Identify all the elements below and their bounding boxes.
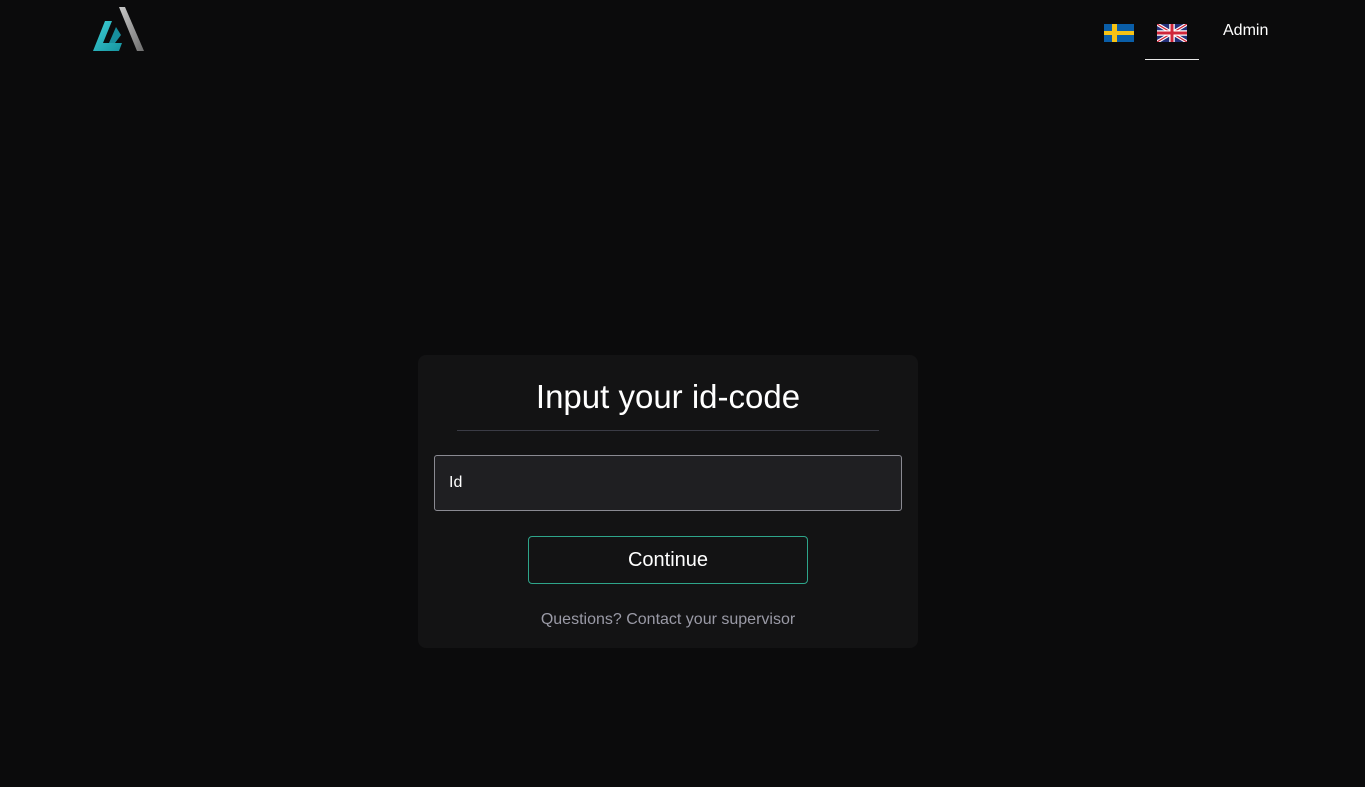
brand-logo-icon[interactable] (92, 7, 146, 53)
title-divider (457, 430, 879, 431)
language-swedish-button[interactable] (1104, 24, 1134, 42)
sweden-flag-icon (1104, 24, 1134, 42)
language-english-button[interactable] (1145, 14, 1199, 60)
uk-flag-icon (1157, 24, 1187, 42)
continue-button[interactable]: Continue (528, 536, 808, 584)
id-code-input[interactable] (434, 455, 902, 511)
login-page: Admin Input your id-code Continue Questi… (0, 0, 1365, 787)
help-text: Questions? Contact your supervisor (540, 611, 796, 628)
login-card: Input your id-code Continue Questions? C… (418, 355, 918, 648)
admin-link[interactable]: Admin (1223, 22, 1268, 40)
page-title: Input your id-code (535, 378, 801, 415)
